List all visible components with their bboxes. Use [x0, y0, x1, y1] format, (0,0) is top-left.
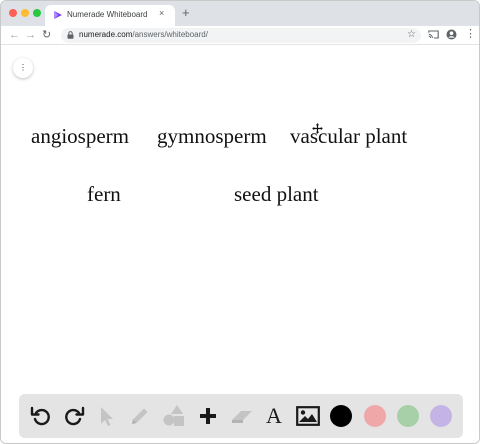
color-swatch-black[interactable]	[330, 405, 352, 427]
lock-icon	[67, 31, 74, 39]
whiteboard-canvas[interactable]: ⋮ angiosperm gymnosperm vascular plant f…	[1, 46, 479, 443]
kebab-menu-icon[interactable]: ⋮	[465, 27, 476, 41]
shapes-icon[interactable]	[162, 404, 186, 428]
star-icon[interactable]: ☆	[407, 28, 416, 42]
select-arrow-icon[interactable]	[94, 404, 118, 428]
color-swatch-pink[interactable]	[364, 405, 386, 427]
address-bar[interactable]: numerade.com/answers/whiteboard/ ☆	[61, 28, 421, 43]
word-seed-plant[interactable]: seed plant	[234, 182, 319, 206]
color-swatch-lavender[interactable]	[430, 405, 452, 427]
undo-icon[interactable]	[29, 404, 53, 428]
canvas-menu-button[interactable]: ⋮	[13, 58, 33, 78]
pen-icon[interactable]	[128, 404, 152, 428]
browser-toolbar: ← → ↻ numerade.com/answers/whiteboard/ ☆…	[1, 26, 479, 45]
tab-close-icon[interactable]: ×	[159, 8, 164, 18]
browser-window: Numerade Whiteboard × + ← → ↻ numerade.c…	[0, 0, 480, 444]
maximize-window-button[interactable]	[33, 9, 41, 17]
word-vascular-plant[interactable]: vascular plant	[290, 124, 407, 148]
new-tab-button[interactable]: +	[182, 5, 190, 21]
drawing-toolbar: A	[19, 394, 463, 438]
numerade-logo-icon	[54, 11, 62, 19]
text-icon-glyph: A	[266, 403, 282, 428]
minimize-window-button[interactable]	[21, 9, 29, 17]
plus-icon[interactable]	[196, 404, 220, 428]
cast-icon[interactable]	[428, 30, 439, 39]
redo-icon[interactable]	[62, 404, 86, 428]
arrow-left-icon[interactable]: ←	[9, 28, 20, 42]
word-fern[interactable]: fern	[87, 182, 121, 206]
tab-title: Numerade Whiteboard	[67, 10, 148, 19]
url-text: numerade.com/answers/whiteboard/	[79, 30, 208, 39]
close-window-button[interactable]	[9, 9, 17, 17]
image-icon[interactable]	[296, 404, 320, 428]
word-angiosperm[interactable]: angiosperm	[31, 124, 129, 148]
text-icon[interactable]: A	[262, 404, 286, 428]
eraser-icon[interactable]	[230, 404, 254, 428]
color-swatch-green[interactable]	[397, 405, 419, 427]
word-gymnosperm[interactable]: gymnosperm	[157, 124, 267, 148]
tab-strip: Numerade Whiteboard × +	[1, 1, 479, 26]
reload-icon[interactable]: ↻	[42, 28, 51, 42]
url-path: /answers/whiteboard/	[132, 30, 208, 39]
tab-numerade-whiteboard[interactable]: Numerade Whiteboard ×	[45, 5, 175, 26]
account-icon[interactable]	[446, 29, 457, 40]
move-cursor-icon	[312, 123, 323, 134]
arrow-right-icon[interactable]: →	[25, 28, 36, 42]
url-host: numerade.com	[79, 30, 133, 39]
